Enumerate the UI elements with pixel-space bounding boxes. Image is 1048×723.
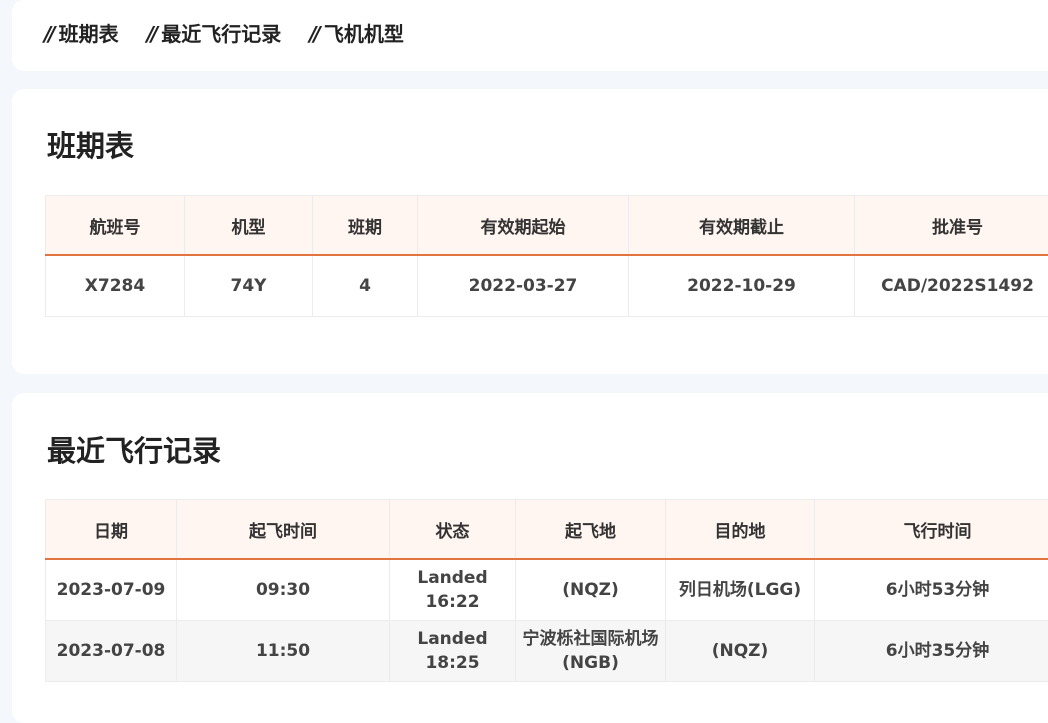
table-row: 2023-07-08 11:50 Landed 18:25 宁波栎社国际机场(N…: [46, 621, 1048, 682]
slash-icon: //: [147, 22, 156, 46]
tab-label: 班期表: [59, 22, 119, 46]
table-row: X7284 74Y 4 2022-03-27 2022-10-29 CAD/20…: [46, 255, 1048, 317]
section-title: 班期表: [47, 128, 134, 164]
column-header: 目的地: [666, 500, 815, 560]
column-header: 状态: [390, 500, 516, 560]
column-header: 日期: [46, 500, 177, 560]
table-cell: 11:50: [177, 621, 390, 682]
table-cell: 宁波栎社国际机场(NGB): [516, 621, 666, 682]
nav-tabs: //班期表 //最近飞行记录 //飞机机型: [44, 20, 432, 48]
tab-aircraft-type[interactable]: //飞机机型: [309, 20, 404, 48]
table-cell: (NQZ): [516, 559, 666, 621]
column-header: 航班号: [46, 196, 185, 256]
column-header: 批准号: [855, 196, 1048, 256]
nav-bar: //班期表 //最近飞行记录 //飞机机型: [12, 0, 1048, 71]
table-cell: 2022-10-29: [629, 255, 855, 317]
table-header-row: 航班号 机型 班期 有效期起始 有效期截止 批准号: [46, 196, 1048, 256]
table-cell: 09:30: [177, 559, 390, 621]
column-header: 有效期截止: [629, 196, 855, 256]
tab-schedule[interactable]: //班期表: [44, 20, 119, 48]
column-header: 班期: [313, 196, 418, 256]
table-cell: 2023-07-08: [46, 621, 177, 682]
tab-label: 飞机机型: [324, 22, 404, 46]
table-header-row: 日期 起飞时间 状态 起飞地 目的地 飞行时间: [46, 500, 1048, 560]
table-row: 2023-07-09 09:30 Landed 16:22 (NQZ) 列日机场…: [46, 559, 1048, 621]
column-header: 起飞时间: [177, 500, 390, 560]
table-cell: X7284: [46, 255, 185, 317]
column-header: 有效期起始: [418, 196, 629, 256]
slash-icon: //: [44, 22, 53, 46]
table-cell: Landed 16:22: [390, 559, 516, 621]
slash-icon: //: [309, 22, 318, 46]
table-cell: (NQZ): [666, 621, 815, 682]
recent-flights-table: 日期 起飞时间 状态 起飞地 目的地 飞行时间 2023-07-09 09:30…: [45, 499, 1048, 682]
table-cell: 列日机场(LGG): [666, 559, 815, 621]
tab-recent-flights[interactable]: //最近飞行记录: [147, 20, 282, 48]
schedule-section: 班期表 航班号 机型 班期 有效期起始 有效期截止 批准号 X7284 74Y …: [12, 89, 1048, 374]
column-header: 飞行时间: [815, 500, 1048, 560]
section-title: 最近飞行记录: [47, 433, 221, 469]
tab-label: 最近飞行记录: [161, 22, 281, 46]
recent-flights-section: 最近飞行记录 日期 起飞时间 状态 起飞地 目的地 飞行时间 2023-07-0…: [12, 393, 1048, 723]
column-header: 起飞地: [516, 500, 666, 560]
table-cell: 74Y: [185, 255, 313, 317]
schedule-table: 航班号 机型 班期 有效期起始 有效期截止 批准号 X7284 74Y 4 20…: [45, 195, 1048, 317]
table-cell: 6小时53分钟: [815, 559, 1048, 621]
table-cell: 2022-03-27: [418, 255, 629, 317]
table-cell: 4: [313, 255, 418, 317]
table-cell: 6小时35分钟: [815, 621, 1048, 682]
table-cell: Landed 18:25: [390, 621, 516, 682]
table-cell: CAD/2022S1492: [855, 255, 1048, 317]
column-header: 机型: [185, 196, 313, 256]
table-cell: 2023-07-09: [46, 559, 177, 621]
